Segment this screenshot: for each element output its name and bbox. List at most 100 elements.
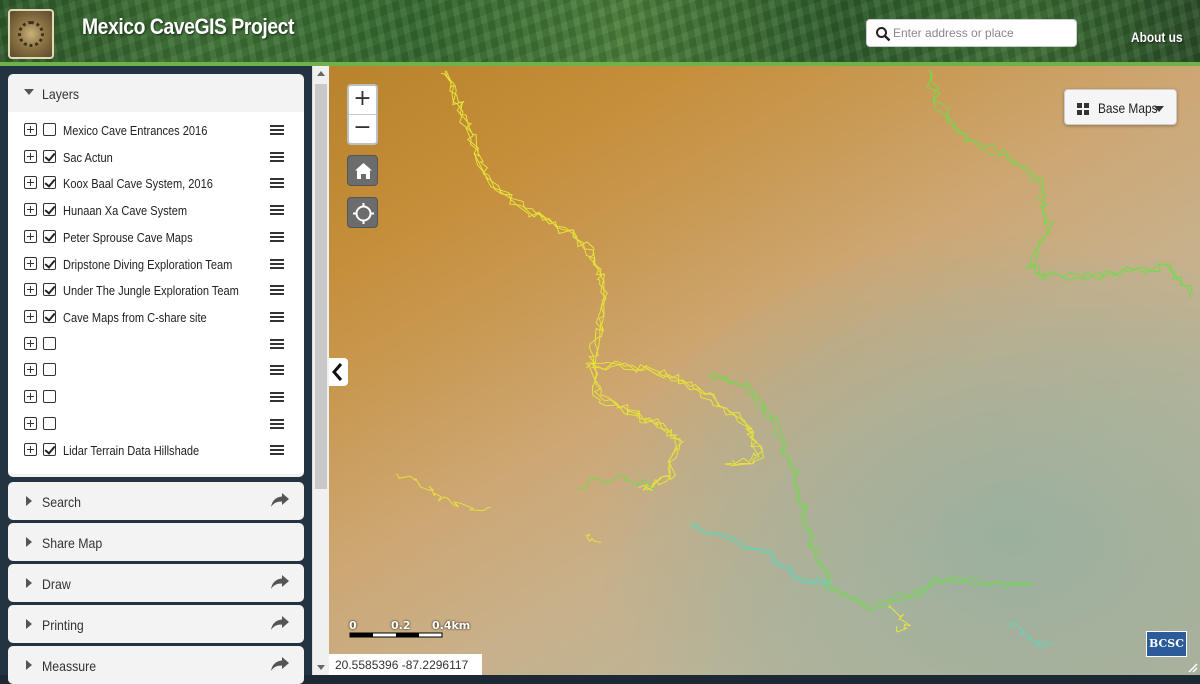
layer-label: Hunaan Xa Cave System xyxy=(63,203,188,219)
sidebar: Layers Mexico Cave Entrances 2016 Sac Act… xyxy=(0,66,329,684)
scroll-up-arrow-icon[interactable] xyxy=(317,71,325,76)
layer-row xyxy=(8,332,304,358)
locate-button[interactable] xyxy=(347,197,378,228)
map-canvas[interactable]: + − Base Maps 0 0.2 0.4km 20.5585396 -87… xyxy=(329,66,1200,675)
layer-label: Peter Sprouse Cave Maps xyxy=(63,229,193,245)
site-title: Mexico CaveGIS Project xyxy=(82,14,294,39)
share-arrow-icon[interactable] xyxy=(270,615,290,631)
caret-right-icon xyxy=(26,578,32,588)
layer-row: Dripstone Diving Exploration Team xyxy=(8,252,304,278)
layer-menu-icon[interactable] xyxy=(270,365,284,376)
layer-menu-icon[interactable] xyxy=(270,125,284,136)
scrollbar-thumb[interactable] xyxy=(315,84,327,489)
chevron-left-icon xyxy=(332,363,343,381)
expand-plus-icon[interactable] xyxy=(24,149,37,163)
caret-right-icon xyxy=(26,619,32,629)
expand-plus-icon[interactable] xyxy=(24,443,37,457)
sidebar-scrollbar[interactable] xyxy=(312,66,329,675)
caret-right-icon xyxy=(26,496,32,506)
layer-label: Mexico Cave Entrances 2016 xyxy=(63,123,208,138)
draw-panel[interactable]: Draw xyxy=(8,564,304,602)
scale-bar-graphic xyxy=(349,632,443,638)
expand-plus-icon[interactable] xyxy=(24,256,37,270)
expand-plus-icon[interactable] xyxy=(24,309,37,323)
layer-visibility-checkbox[interactable] xyxy=(43,336,56,350)
expand-plus-icon[interactable] xyxy=(24,416,37,430)
expand-plus-icon[interactable] xyxy=(24,390,37,403)
expand-plus-icon[interactable] xyxy=(24,203,37,217)
share-arrow-icon[interactable] xyxy=(270,574,290,590)
project-logo[interactable] xyxy=(8,9,54,59)
layer-label: Sac Actun xyxy=(63,149,113,165)
resize-handle-icon[interactable] xyxy=(1187,662,1199,674)
layers-list: Mexico Cave Entrances 2016 Sac Actun Koox … xyxy=(8,112,304,474)
home-button[interactable] xyxy=(347,155,378,186)
expand-plus-icon[interactable] xyxy=(24,336,37,350)
caret-down-icon xyxy=(1154,106,1164,112)
zoom-out-button[interactable]: − xyxy=(349,115,376,143)
layer-menu-icon[interactable] xyxy=(270,445,284,456)
layer-row: Hunaan Xa Cave System xyxy=(8,198,304,224)
layer-visibility-checkbox[interactable] xyxy=(43,149,56,163)
bcsc-logo[interactable]: BCSC xyxy=(1146,631,1187,657)
layers-panel-title: Layers xyxy=(42,86,79,102)
layer-row: Mexico Cave Entrances 2016 xyxy=(8,118,304,144)
layer-menu-icon[interactable] xyxy=(270,311,284,323)
collapse-sidebar-button[interactable] xyxy=(329,358,348,386)
layer-menu-icon[interactable] xyxy=(270,285,284,296)
cave-survey-line xyxy=(440,73,684,492)
expand-plus-icon[interactable] xyxy=(24,283,37,297)
expand-plus-icon[interactable] xyxy=(24,229,37,243)
layer-menu-icon[interactable] xyxy=(270,178,284,189)
search-panel[interactable]: Search xyxy=(8,482,304,520)
layer-visibility-checkbox[interactable] xyxy=(43,443,56,457)
layer-menu-icon[interactable] xyxy=(270,258,284,270)
layer-label: Under The Jungle Exploration Team xyxy=(63,283,239,299)
caret-right-icon xyxy=(26,537,32,547)
search-panel-title: Search xyxy=(42,494,82,510)
layer-menu-icon[interactable] xyxy=(270,338,284,350)
layer-label: Cave Maps from C-share site xyxy=(63,309,207,325)
share-map-panel[interactable]: Share Map xyxy=(8,523,304,561)
header-banner: Mexico CaveGIS Project About us xyxy=(0,0,1200,66)
layer-label: Lidar Terrain Data Hillshade xyxy=(63,443,200,459)
layer-visibility-checkbox[interactable] xyxy=(43,416,56,430)
cave-survey-line xyxy=(585,533,602,543)
share-arrow-icon[interactable] xyxy=(270,656,290,672)
layer-menu-icon[interactable] xyxy=(270,205,284,216)
layers-panel-header[interactable]: Layers xyxy=(8,74,304,112)
search-icon[interactable] xyxy=(875,26,891,42)
layer-visibility-checkbox[interactable] xyxy=(43,309,56,323)
layer-visibility-checkbox[interactable] xyxy=(43,176,56,190)
address-search-box[interactable] xyxy=(866,19,1077,47)
zoom-in-button[interactable]: + xyxy=(349,86,376,114)
layer-menu-icon[interactable] xyxy=(270,418,284,430)
layer-visibility-checkbox[interactable] xyxy=(43,363,56,377)
expand-plus-icon[interactable] xyxy=(24,176,37,190)
layer-visibility-checkbox[interactable] xyxy=(43,390,56,403)
expand-plus-icon[interactable] xyxy=(24,123,37,136)
base-maps-button[interactable]: Base Maps xyxy=(1064,89,1177,125)
layer-menu-icon[interactable] xyxy=(270,392,284,403)
layers-panel: Layers Mexico Cave Entrances 2016 Sac Act… xyxy=(8,74,304,477)
layer-menu-icon[interactable] xyxy=(270,231,284,243)
layer-visibility-checkbox[interactable] xyxy=(43,229,56,243)
share-arrow-icon[interactable] xyxy=(270,492,290,508)
cave-survey-line xyxy=(708,372,1032,608)
address-search-input[interactable] xyxy=(893,23,1073,43)
layer-visibility-checkbox[interactable] xyxy=(43,203,56,217)
layer-visibility-checkbox[interactable] xyxy=(43,283,56,297)
cave-survey-line xyxy=(445,70,677,490)
crosshair-icon xyxy=(353,203,374,224)
layer-visibility-checkbox[interactable] xyxy=(43,256,56,270)
scroll-down-arrow-icon[interactable] xyxy=(317,665,325,670)
printing-panel[interactable]: Printing xyxy=(8,605,304,643)
meassure-panel[interactable]: Meassure xyxy=(8,646,304,684)
printing-panel-title: Printing xyxy=(42,617,84,633)
layer-menu-icon[interactable] xyxy=(270,151,284,163)
home-icon xyxy=(355,163,372,179)
expand-plus-icon[interactable] xyxy=(24,363,37,377)
layer-visibility-checkbox[interactable] xyxy=(43,123,56,136)
layer-row xyxy=(8,358,304,384)
about-us-link[interactable]: About us xyxy=(1131,29,1183,45)
